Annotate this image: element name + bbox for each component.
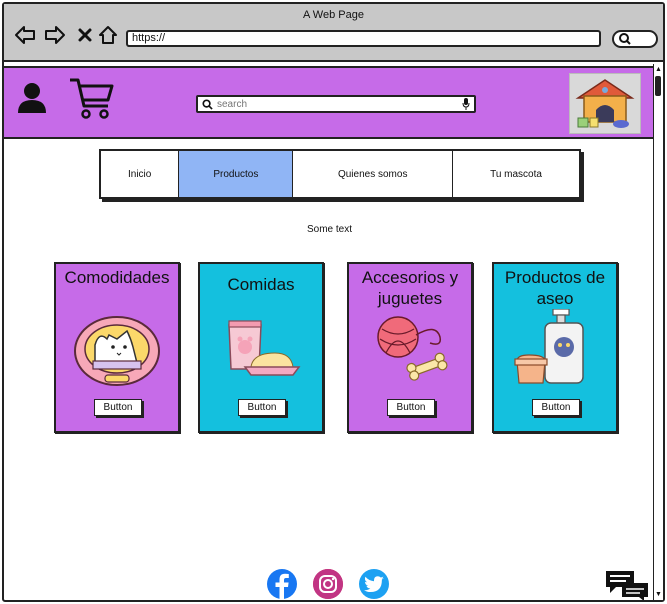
- category-card-comidas[interactable]: Comidas Button: [198, 262, 324, 433]
- browser-search-field[interactable]: [612, 30, 658, 48]
- category-card-productos-aseo[interactable]: Productos de aseo Button: [492, 262, 618, 433]
- url-bar[interactable]: https://: [126, 30, 601, 47]
- pet-food-icon: [228, 320, 301, 376]
- category-card-comodidades[interactable]: Comodidades Button: [54, 262, 180, 433]
- vertical-scrollbar[interactable]: ▲ ▼: [653, 64, 663, 600]
- scroll-down-icon[interactable]: ▼: [655, 591, 662, 598]
- browser-chrome: A Web Page https://: [4, 4, 663, 62]
- nav-item-productos[interactable]: Productos: [179, 151, 294, 197]
- card-title: Comodidades: [64, 268, 170, 287]
- back-arrow-icon[interactable]: [14, 24, 36, 46]
- scroll-up-icon[interactable]: ▲: [655, 66, 662, 73]
- scrollbar-thumb[interactable]: [655, 76, 661, 96]
- card-button[interactable]: Button: [94, 399, 142, 416]
- cart-icon[interactable]: [68, 76, 114, 125]
- twitter-icon[interactable]: [359, 569, 389, 599]
- card-title: Productos de aseo: [504, 268, 606, 308]
- shampoo-bottle-icon: [514, 309, 584, 384]
- nav-item-inicio[interactable]: Inicio: [101, 151, 180, 197]
- microphone-icon[interactable]: [462, 98, 470, 110]
- page-viewport: Inicio Productos Quienes somos Tu mascot…: [4, 64, 655, 600]
- chat-icon[interactable]: [604, 569, 650, 600]
- pet-house-logo[interactable]: [569, 73, 641, 134]
- main-navigation: Inicio Productos Quienes somos Tu mascot…: [99, 149, 581, 199]
- browser-window: A Web Page https:// search Inicio Produc…: [2, 2, 665, 602]
- card-button[interactable]: Button: [387, 399, 435, 416]
- search-input[interactable]: [217, 98, 462, 110]
- yarn-bone-toys-icon: [377, 316, 448, 381]
- nav-item-quienes-somos[interactable]: Quienes somos: [293, 151, 454, 197]
- home-icon[interactable]: [97, 24, 119, 46]
- category-card-accesorios[interactable]: Accesorios y juguetes Button: [347, 262, 473, 433]
- nav-item-tu-mascota[interactable]: Tu mascota: [453, 151, 579, 197]
- intro-text: Some text: [306, 224, 353, 235]
- user-icon[interactable]: [16, 82, 48, 119]
- pet-bed-cat-icon: [74, 316, 160, 386]
- site-header: [4, 66, 655, 139]
- card-title: Accesorios y juguetes: [361, 268, 459, 308]
- card-button[interactable]: Button: [532, 399, 580, 416]
- card-title: Comidas: [227, 275, 295, 294]
- search-icon: [202, 98, 213, 110]
- window-title: A Web Page: [303, 9, 364, 21]
- card-button[interactable]: Button: [238, 399, 286, 416]
- close-x-icon[interactable]: [74, 24, 96, 46]
- instagram-icon[interactable]: [313, 569, 343, 599]
- search-icon: [619, 33, 631, 45]
- forward-arrow-icon[interactable]: [44, 24, 66, 46]
- facebook-icon[interactable]: [267, 569, 297, 599]
- site-search-bar[interactable]: [196, 95, 476, 113]
